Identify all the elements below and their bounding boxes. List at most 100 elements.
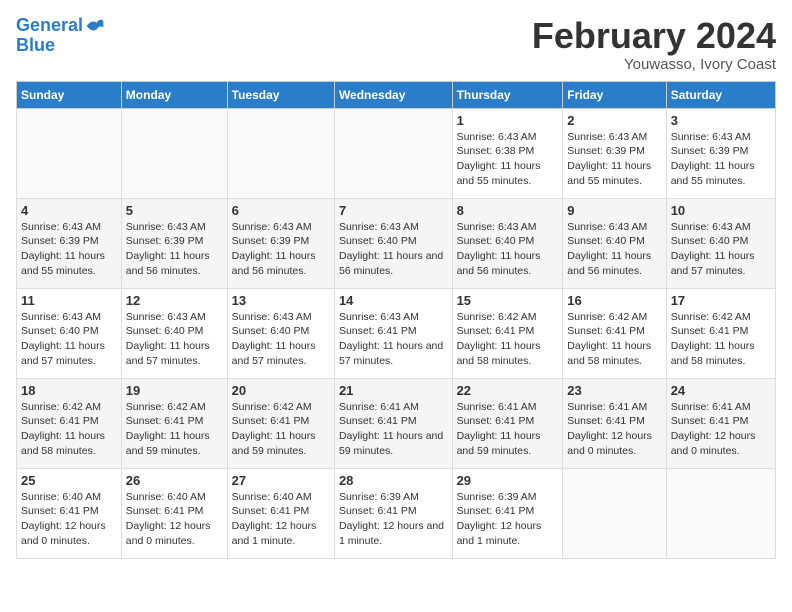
day-info-line: Sunrise: 6:43 AM <box>21 310 117 325</box>
calendar-cell: 21Sunrise: 6:41 AMSunset: 6:41 PMDayligh… <box>334 378 452 468</box>
day-info-line: Sunset: 6:41 PM <box>21 504 117 519</box>
day-info-line: Sunset: 6:39 PM <box>21 234 117 249</box>
calendar-week-row: 18Sunrise: 6:42 AMSunset: 6:41 PMDayligh… <box>17 378 776 468</box>
logo-blue-text: Blue <box>16 36 105 56</box>
day-info: Sunrise: 6:43 AMSunset: 6:38 PMDaylight:… <box>457 130 559 189</box>
day-info-line: Sunset: 6:41 PM <box>126 504 223 519</box>
day-info-line: Daylight: 11 hours and 59 minutes. <box>339 429 448 458</box>
day-info-line: Daylight: 12 hours and 1 minute. <box>457 519 559 548</box>
day-number: 7 <box>339 203 448 218</box>
header-cell-monday: Monday <box>121 81 227 108</box>
day-number: 4 <box>21 203 117 218</box>
logo-icon <box>85 16 105 36</box>
day-info: Sunrise: 6:43 AMSunset: 6:40 PMDaylight:… <box>567 220 661 279</box>
day-number: 10 <box>671 203 771 218</box>
day-number: 28 <box>339 473 448 488</box>
calendar-cell: 22Sunrise: 6:41 AMSunset: 6:41 PMDayligh… <box>452 378 563 468</box>
month-title: February 2024 <box>532 16 776 56</box>
day-number: 6 <box>232 203 330 218</box>
day-info-line: Daylight: 11 hours and 58 minutes. <box>457 339 559 368</box>
day-info-line: Daylight: 11 hours and 57 minutes. <box>339 339 448 368</box>
day-info-line: Sunrise: 6:43 AM <box>457 220 559 235</box>
day-info-line: Daylight: 11 hours and 57 minutes. <box>232 339 330 368</box>
day-number: 8 <box>457 203 559 218</box>
day-number: 5 <box>126 203 223 218</box>
day-info-line: Sunset: 6:41 PM <box>232 504 330 519</box>
calendar-cell: 14 Sunrise: 6:43 AMSunset: 6:41 PMDayligh… <box>334 288 452 378</box>
day-info-line: Sunrise: 6:42 AM <box>567 310 661 325</box>
day-info-line: Daylight: 11 hours and 57 minutes. <box>21 339 117 368</box>
day-info-line: Daylight: 12 hours and 0 minutes. <box>567 429 661 458</box>
day-info-line: Sunrise: 6:40 AM <box>232 490 330 505</box>
header-cell-wednesday: Wednesday <box>334 81 452 108</box>
day-info-line: Sunrise: 6:40 AM <box>126 490 223 505</box>
day-info-line: Sunrise: 6:43 AM <box>671 130 771 145</box>
day-info-line: Sunset: 6:39 PM <box>567 144 661 159</box>
day-info-line: Daylight: 12 hours and 0 minutes. <box>671 429 771 458</box>
calendar-cell: 11Sunrise: 6:43 AMSunset: 6:40 PMDayligh… <box>17 288 122 378</box>
day-info: Sunrise: 6:42 AMSunset: 6:41 PMDaylight:… <box>232 400 330 459</box>
calendar-cell: 28Sunrise: 6:39 AMSunset: 6:41 PMDayligh… <box>334 468 452 558</box>
day-info-line: Daylight: 11 hours and 58 minutes. <box>567 339 661 368</box>
day-number: 21 <box>339 383 448 398</box>
day-number: 24 <box>671 383 771 398</box>
day-info: Sunrise: 6:43 AMSunset: 6:39 PMDaylight:… <box>567 130 661 189</box>
header: General Blue February 2024 Youwasso, Ivo… <box>16 16 776 73</box>
calendar-cell: 26Sunrise: 6:40 AMSunset: 6:41 PMDayligh… <box>121 468 227 558</box>
calendar-week-row: 25Sunrise: 6:40 AMSunset: 6:41 PMDayligh… <box>17 468 776 558</box>
day-info-line: Sunrise: 6:42 AM <box>671 310 771 325</box>
calendar-cell: 16Sunrise: 6:42 AMSunset: 6:41 PMDayligh… <box>563 288 666 378</box>
location-subtitle: Youwasso, Ivory Coast <box>532 56 776 73</box>
day-info-line: Sunrise: 6:43 AM <box>126 310 223 325</box>
day-number: 14 <box>339 293 448 308</box>
day-info: Sunrise: 6:43 AMSunset: 6:40 PMDaylight:… <box>232 310 330 369</box>
calendar-cell <box>121 108 227 198</box>
day-info-line: Daylight: 11 hours and 56 minutes. <box>339 249 448 278</box>
day-info-line: Daylight: 11 hours and 55 minutes. <box>21 249 117 278</box>
day-info-line: Sunset: 6:41 PM <box>457 414 559 429</box>
day-info-line: Daylight: 11 hours and 59 minutes. <box>126 429 223 458</box>
day-info-line: Sunset: 6:41 PM <box>126 414 223 429</box>
calendar-week-row: 11Sunrise: 6:43 AMSunset: 6:40 PMDayligh… <box>17 288 776 378</box>
day-info-line: Daylight: 11 hours and 58 minutes. <box>671 339 771 368</box>
day-info: Sunrise: 6:42 AMSunset: 6:41 PMDaylight:… <box>457 310 559 369</box>
day-info-line: Sunrise: 6:43 AM <box>457 130 559 145</box>
calendar-cell <box>334 108 452 198</box>
day-info-line: Sunrise: 6:43 AM <box>567 130 661 145</box>
day-info-line: Sunset: 6:41 PM <box>339 324 448 339</box>
day-info-line: Sunset: 6:39 PM <box>671 144 771 159</box>
calendar-cell: 6 Sunrise: 6:43 AMSunset: 6:39 PMDaylight… <box>227 198 334 288</box>
day-info-line: Sunrise: 6:42 AM <box>457 310 559 325</box>
day-info-line: Sunrise: 6:43 AM <box>339 310 448 325</box>
day-info-line: Sunset: 6:41 PM <box>339 414 448 429</box>
day-number: 15 <box>457 293 559 308</box>
calendar-cell: 18Sunrise: 6:42 AMSunset: 6:41 PMDayligh… <box>17 378 122 468</box>
calendar-body: 1Sunrise: 6:43 AMSunset: 6:38 PMDaylight… <box>17 108 776 558</box>
day-info: Sunrise: 6:43 AMSunset: 6:40 PMDaylight:… <box>126 310 223 369</box>
day-info-line: Sunset: 6:41 PM <box>457 324 559 339</box>
day-info-line: Sunset: 6:41 PM <box>567 414 661 429</box>
day-info: Sunrise: 6:40 AMSunset: 6:41 PMDaylight:… <box>126 490 223 549</box>
day-info-line: Sunrise: 6:43 AM <box>232 220 330 235</box>
day-number: 1 <box>457 113 559 128</box>
day-info-line: Sunset: 6:41 PM <box>339 504 448 519</box>
day-info: Sunrise: 6:43 AMSunset: 6:40 PMDaylight:… <box>339 220 448 279</box>
day-info: Sunrise: 6:43 AMSunset: 6:39 PMDaylight:… <box>232 220 330 279</box>
calendar-cell <box>666 468 775 558</box>
calendar-cell: 13Sunrise: 6:43 AMSunset: 6:40 PMDayligh… <box>227 288 334 378</box>
day-info-line: Sunrise: 6:43 AM <box>567 220 661 235</box>
day-info-line: Daylight: 11 hours and 57 minutes. <box>126 339 223 368</box>
day-info-line: Sunset: 6:38 PM <box>457 144 559 159</box>
day-info-line: Sunset: 6:41 PM <box>567 324 661 339</box>
header-cell-friday: Friday <box>563 81 666 108</box>
calendar-cell: 10Sunrise: 6:43 AMSunset: 6:40 PMDayligh… <box>666 198 775 288</box>
day-info-line: Sunrise: 6:42 AM <box>232 400 330 415</box>
day-info: Sunrise: 6:42 AMSunset: 6:41 PMDaylight:… <box>21 400 117 459</box>
title-area: February 2024 Youwasso, Ivory Coast <box>532 16 776 73</box>
day-info-line: Sunrise: 6:43 AM <box>339 220 448 235</box>
day-info-line: Sunset: 6:41 PM <box>671 324 771 339</box>
day-info-line: Daylight: 11 hours and 59 minutes. <box>457 429 559 458</box>
day-info-line: Sunset: 6:39 PM <box>232 234 330 249</box>
day-info-line: Daylight: 11 hours and 55 minutes. <box>567 159 661 188</box>
day-info: Sunrise: 6:41 AMSunset: 6:41 PMDaylight:… <box>457 400 559 459</box>
